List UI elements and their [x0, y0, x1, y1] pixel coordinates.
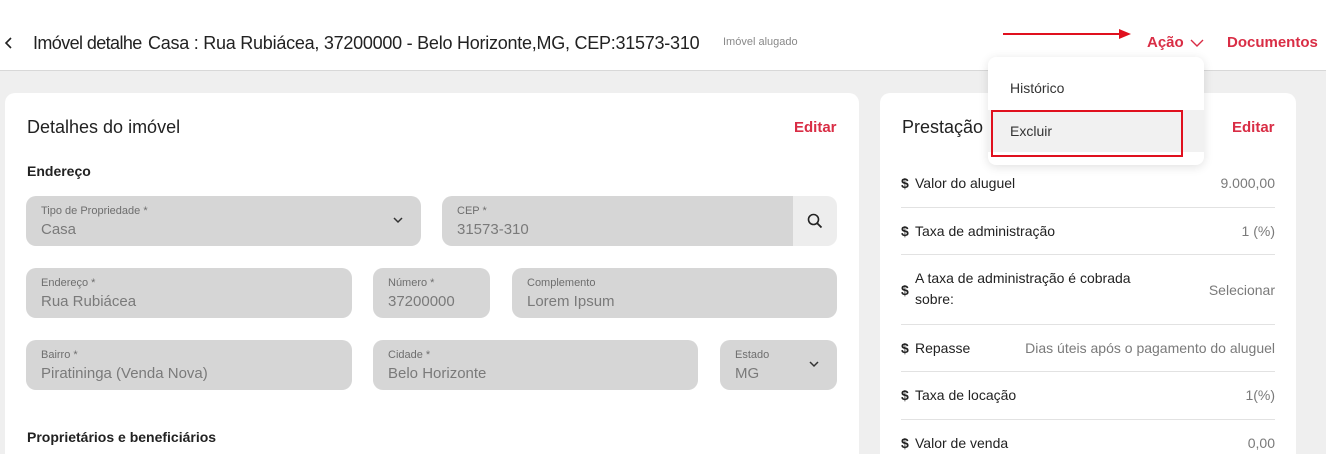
dollar-icon: $	[901, 435, 909, 451]
service-row-label: Valor de venda	[915, 435, 1009, 451]
service-row: $ Repasse Dias úteis após o pagamento do…	[901, 325, 1275, 372]
city-field[interactable]: Cidade * Belo Horizonte	[373, 340, 698, 390]
number-value: 37200000	[388, 293, 455, 310]
chevron-down-icon	[1190, 39, 1204, 47]
property-type-select[interactable]: Tipo de Propriedade * Casa	[26, 196, 421, 246]
neighborhood-value: Piratininga (Venda Nova)	[41, 365, 208, 382]
dollar-icon: $	[901, 223, 909, 239]
street-value: Rua Rubiácea	[41, 293, 137, 310]
number-field[interactable]: Número * 37200000	[373, 268, 490, 318]
property-type-value: Casa	[41, 221, 77, 238]
back-chevron-icon[interactable]	[2, 33, 16, 53]
status-badge: Imóvel alugado	[723, 36, 798, 48]
service-row[interactable]: $ A taxa de administração é cobrada sobr…	[901, 255, 1275, 325]
street-field[interactable]: Endereço * Rua Rubiácea	[26, 268, 352, 318]
service-row-value: 0,00	[1247, 435, 1275, 451]
service-row-value: Dias úteis após o pagamento do aluguel	[1025, 340, 1275, 356]
chevron-down-icon	[393, 217, 403, 224]
street-label: Endereço *	[41, 277, 96, 289]
page-title-prefix: Imóvel detalhe	[33, 33, 142, 53]
dollar-icon: $	[901, 387, 909, 403]
details-title: Detalhes do imóvel	[27, 117, 181, 137]
dollar-icon: $	[901, 282, 909, 298]
service-row-label: Taxa de locação	[915, 387, 1017, 403]
address-section-title: Endereço	[27, 163, 91, 179]
property-type-label: Tipo de Propriedade *	[41, 205, 148, 217]
service-row-value: 9.000,00	[1220, 175, 1276, 191]
state-value: MG	[735, 365, 760, 382]
cep-label: CEP *	[457, 205, 487, 217]
cep-field[interactable]: CEP * 31573-310	[442, 196, 802, 246]
service-row: $ Taxa de locação 1(%)	[901, 372, 1275, 420]
chevron-down-icon	[809, 361, 819, 368]
number-label: Número *	[388, 277, 435, 289]
service-row-label: A taxa de administração é cobrada sobre:	[915, 270, 1131, 307]
services-edit-button[interactable]: Editar	[1232, 119, 1275, 136]
neighborhood-field[interactable]: Bairro * Piratininga (Venda Nova)	[26, 340, 352, 390]
page-title-address: Casa : Rua Rubiácea, 37200000 - Belo Hor…	[148, 33, 700, 53]
menu-item-excluir[interactable]: Excluir	[988, 110, 1204, 152]
action-dropdown-menu: Histórico Excluir	[988, 57, 1204, 165]
complement-label: Complemento	[527, 277, 596, 289]
action-menu-label: Ação	[1147, 34, 1184, 51]
cep-search-button[interactable]	[793, 196, 837, 246]
city-label: Cidade *	[388, 349, 431, 361]
dollar-icon: $	[901, 175, 909, 191]
service-row-label: Valor do aluguel	[915, 175, 1016, 191]
menu-item-historico[interactable]: Histórico	[988, 67, 1204, 109]
service-row: $ Taxa de administração 1 (%)	[901, 208, 1275, 255]
service-row-value: 1 (%)	[1241, 223, 1275, 239]
service-row: $ Valor de venda 0,00	[901, 420, 1275, 454]
dollar-icon: $	[901, 340, 909, 356]
state-select[interactable]: Estado MG	[720, 340, 837, 390]
service-row-select[interactable]: Selecionar	[1209, 282, 1275, 298]
services-title: Prestação	[902, 117, 984, 137]
service-row: $ Valor do aluguel 9.000,00	[901, 161, 1275, 208]
action-menu-button[interactable]: Ação	[1147, 34, 1204, 51]
details-edit-button[interactable]: Editar	[794, 119, 837, 136]
cep-value: 31573-310	[457, 221, 529, 238]
complement-value: Lorem Ipsum	[527, 293, 615, 310]
annotation-arrow-icon	[1003, 29, 1131, 39]
service-row-value: 1(%)	[1245, 387, 1275, 403]
service-row-label: Taxa de administração	[915, 223, 1056, 239]
complement-field[interactable]: Complemento Lorem Ipsum	[512, 268, 837, 318]
owners-section-title: Proprietários e beneficiários	[27, 429, 217, 445]
service-row-label: Repasse	[915, 340, 971, 356]
neighborhood-label: Bairro *	[41, 349, 78, 361]
city-value: Belo Horizonte	[388, 365, 487, 382]
documents-button[interactable]: Documentos	[1227, 34, 1318, 51]
search-icon	[807, 213, 823, 229]
state-label: Estado	[735, 349, 770, 361]
